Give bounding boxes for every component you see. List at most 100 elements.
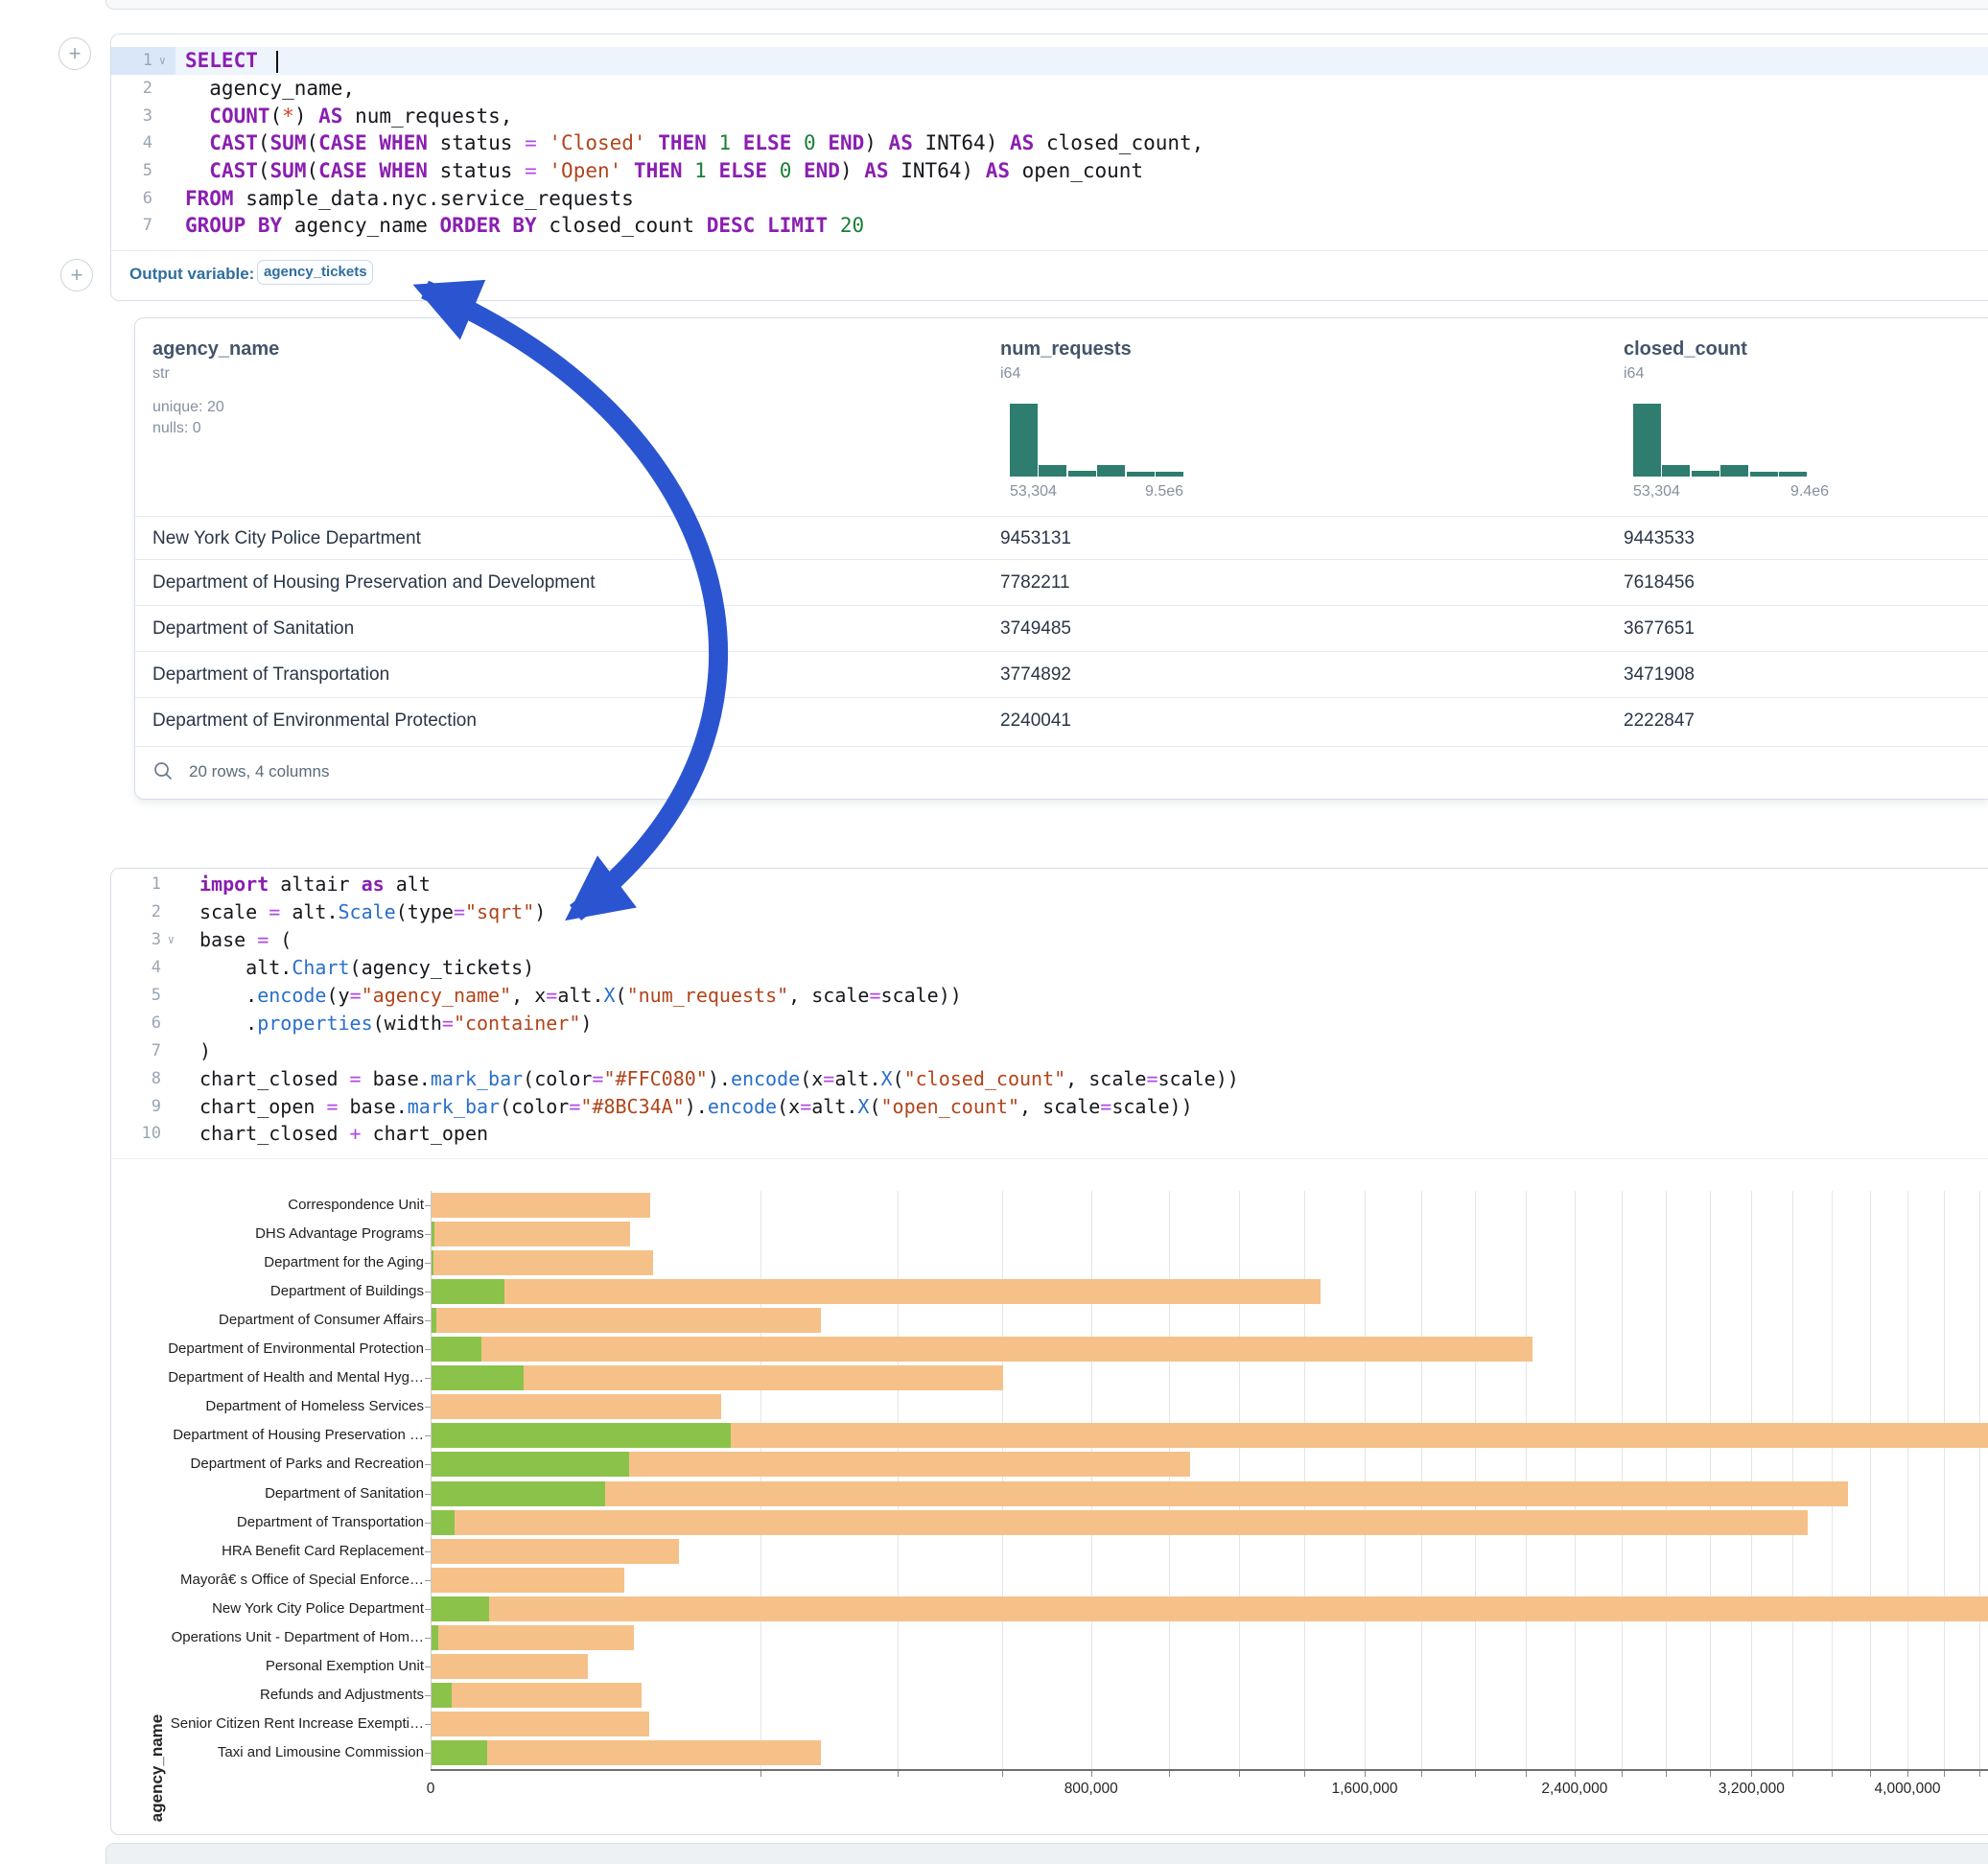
- column-histogram: [1633, 404, 1808, 477]
- bar-closed-count: [432, 1337, 1532, 1362]
- python-line-2[interactable]: 2scale = alt.Scale(type="sqrt"): [111, 898, 1988, 926]
- bar-open-count: [432, 1452, 629, 1477]
- histogram-bar: [1692, 471, 1719, 477]
- y-axis-label: Personal Exemption Unit: [118, 1658, 424, 1674]
- sql-line-6[interactable]: 6FROM sample_data.nyc.service_requests: [111, 184, 1988, 212]
- line-number: 10: [111, 1120, 190, 1148]
- y-axis-label: Department of Consumer Affairs: [118, 1312, 424, 1328]
- python-line-9[interactable]: 9chart_open = base.mark_bar(color="#8BC3…: [111, 1092, 1988, 1120]
- code-text: chart_closed = base.mark_bar(color="#FFC…: [190, 1067, 1239, 1090]
- histogram-axis-labels: 53,3049.4e6: [1633, 483, 1844, 501]
- table-cell: 2240041: [1000, 698, 1071, 744]
- gridline: [898, 1191, 899, 1769]
- column-header-closed_count: closed_counti6453,3049.4e6: [1624, 318, 1988, 516]
- line-number: 1: [111, 871, 190, 898]
- python-line-3[interactable]: 3∨base = (: [111, 926, 1988, 954]
- sql-line-5[interactable]: 5 CAST(SUM(CASE WHEN status = 'Open' THE…: [111, 157, 1988, 185]
- collapse-caret-icon[interactable]: ∨: [161, 933, 175, 946]
- table-cell: 7618456: [1624, 560, 1695, 606]
- bar-open-count: [432, 1337, 481, 1362]
- line-number: 3∨: [111, 926, 190, 954]
- histogram-bar: [1720, 465, 1748, 477]
- add-cell-button-output[interactable]: +: [60, 259, 93, 291]
- x-tick: [1832, 1771, 1833, 1777]
- y-axis-label: Department of Parks and Recreation: [118, 1456, 424, 1472]
- gridline: [1666, 1191, 1667, 1769]
- x-tick: [760, 1771, 761, 1777]
- histogram-bar: [1039, 465, 1066, 477]
- gridline: [1421, 1191, 1422, 1769]
- code-text: ): [190, 1039, 211, 1062]
- x-axis-tick-label: 0: [427, 1781, 435, 1798]
- y-axis-label: Department of Transportation: [118, 1514, 424, 1530]
- table-cell: Department of Transportation: [152, 652, 389, 698]
- code-text: chart_open = base.mark_bar(color="#8BC34…: [190, 1095, 1193, 1118]
- code-text: alt.Chart(agency_tickets): [190, 956, 534, 979]
- y-tick: [425, 1609, 431, 1610]
- y-tick: [425, 1638, 431, 1639]
- line-number: 2: [111, 75, 175, 103]
- y-tick: [425, 1695, 431, 1696]
- python-line-6[interactable]: 6 .properties(width="container"): [111, 1009, 1988, 1037]
- gridline: [1002, 1191, 1003, 1769]
- y-tick: [425, 1580, 431, 1581]
- sql-line-4[interactable]: 4 CAST(SUM(CASE WHEN status = 'Closed' T…: [111, 129, 1988, 157]
- column-title: num_requests: [1000, 338, 1132, 361]
- python-line-5[interactable]: 5 .encode(y="agency_name", x=alt.X("num_…: [111, 982, 1988, 1010]
- y-tick: [425, 1551, 431, 1552]
- line-number: 1∨: [111, 47, 175, 75]
- table-row[interactable]: Department of Sanitation37494853677651: [135, 605, 1988, 652]
- collapse-caret-icon[interactable]: ∨: [152, 54, 166, 67]
- python-line-8[interactable]: 8chart_closed = base.mark_bar(color="#FF…: [111, 1064, 1988, 1092]
- table-row[interactable]: Department of Housing Preservation and D…: [135, 559, 1988, 606]
- bar-open-count: [432, 1740, 487, 1765]
- bar-closed-count: [432, 1193, 650, 1218]
- python-line-7[interactable]: 7): [111, 1037, 1988, 1064]
- table-row[interactable]: Department of Transportation377489234719…: [135, 651, 1988, 698]
- line-number: 8: [111, 1064, 190, 1092]
- code-text: base = (: [190, 928, 292, 951]
- add-cell-button-top[interactable]: +: [58, 37, 91, 70]
- search-icon[interactable]: [152, 760, 174, 781]
- x-tick: [1944, 1771, 1945, 1777]
- gridline: [1091, 1191, 1092, 1769]
- x-tick: [1421, 1771, 1422, 1777]
- sql-line-1[interactable]: 1∨SELECT: [111, 47, 1988, 75]
- sql-line-7[interactable]: 7GROUP BY agency_name ORDER BY closed_co…: [111, 212, 1988, 240]
- gridline: [1832, 1191, 1833, 1769]
- table-row[interactable]: New York City Police Department945313194…: [135, 516, 1988, 560]
- y-axis-label: Correspondence Unit: [118, 1197, 424, 1213]
- line-number: 5: [111, 982, 190, 1010]
- python-line-4[interactable]: 4 alt.Chart(agency_tickets): [111, 954, 1988, 982]
- sql-code-editor[interactable]: 1∨SELECT 2 agency_name,3 COUNT(*) AS num…: [111, 35, 1988, 240]
- y-tick: [425, 1407, 431, 1408]
- python-line-1[interactable]: 1import altair as alt: [111, 871, 1988, 898]
- gridline: [1169, 1191, 1170, 1769]
- bar-open-count: [432, 1423, 731, 1448]
- histogram-bar: [1010, 404, 1038, 477]
- bar-closed-count: [432, 1250, 653, 1275]
- y-axis-label: Department of Housing Preservation …: [118, 1427, 424, 1443]
- y-axis-label: Department of Homeless Services: [118, 1398, 424, 1414]
- x-tick: [1792, 1771, 1793, 1777]
- bar-closed-count: [432, 1740, 821, 1765]
- sql-line-2[interactable]: 2 agency_name,: [111, 75, 1988, 103]
- table-cell: Department of Housing Preservation and D…: [152, 560, 596, 606]
- x-axis-tick-label: 2,400,000: [1541, 1781, 1607, 1798]
- python-code-editor[interactable]: 1import altair as alt2scale = alt.Scale(…: [111, 869, 1988, 1148]
- bar-closed-count: [432, 1654, 588, 1679]
- bar-closed-count: [432, 1308, 821, 1333]
- table-row[interactable]: Department of Environmental Protection22…: [135, 697, 1988, 744]
- gridline: [1944, 1191, 1945, 1769]
- output-variable-pill[interactable]: agency_tickets: [257, 260, 373, 285]
- x-tick: [1365, 1771, 1366, 1777]
- code-text: agency_name,: [175, 77, 355, 100]
- python-line-10[interactable]: 10chart_closed + chart_open: [111, 1120, 1988, 1148]
- previous-cell-edge: [105, 0, 1988, 10]
- gridline: [1710, 1191, 1711, 1769]
- column-type: i64: [1000, 365, 1020, 383]
- output-variable-label: Output variable:: [129, 265, 254, 284]
- code-text: .encode(y="agency_name", x=alt.X("num_re…: [190, 984, 962, 1007]
- sql-line-3[interactable]: 3 COUNT(*) AS num_requests,: [111, 102, 1988, 129]
- code-text: .properties(width="container"): [190, 1012, 592, 1035]
